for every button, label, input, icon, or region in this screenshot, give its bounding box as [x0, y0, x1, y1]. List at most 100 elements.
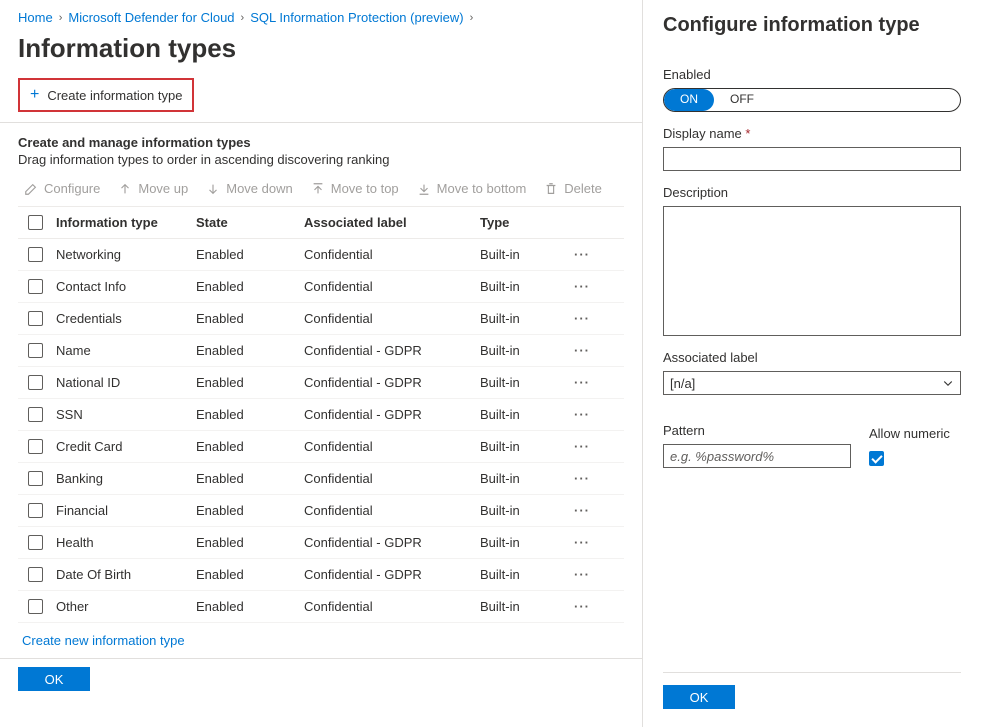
move-up-button[interactable]: Move up: [118, 181, 188, 196]
display-name-input[interactable]: [663, 147, 961, 171]
cell-type: Built-in: [476, 434, 562, 459]
panel-ok-button[interactable]: OK: [663, 685, 735, 709]
row-checkbox[interactable]: [28, 407, 43, 422]
cell-label: Confidential - GDPR: [300, 562, 476, 587]
create-information-type-button[interactable]: + Create information type: [18, 78, 194, 112]
arrow-up-icon: [118, 182, 132, 196]
cell-state: Enabled: [192, 306, 300, 331]
cell-state: Enabled: [192, 338, 300, 363]
chevron-right-icon: ›: [59, 12, 63, 24]
row-checkbox[interactable]: [28, 439, 43, 454]
row-checkbox[interactable]: [28, 375, 43, 390]
move-bottom-button[interactable]: Move to bottom: [417, 181, 527, 196]
table-row[interactable]: NameEnabledConfidential - GDPRBuilt-in··…: [18, 335, 624, 367]
row-more-button[interactable]: ···: [562, 466, 602, 491]
grid-toolbar: Configure Move up Move down Move to top …: [18, 167, 624, 206]
cell-label: Confidential: [300, 594, 476, 619]
cell-info-type: Name: [52, 338, 192, 363]
row-more-button[interactable]: ···: [562, 242, 602, 267]
cell-type: Built-in: [476, 530, 562, 555]
table-row[interactable]: CredentialsEnabledConfidentialBuilt-in··…: [18, 303, 624, 335]
row-checkbox[interactable]: [28, 471, 43, 486]
table-row[interactable]: Date Of BirthEnabledConfidential - GDPRB…: [18, 559, 624, 591]
arrow-down-icon: [206, 182, 220, 196]
col-label[interactable]: Associated label: [300, 210, 476, 235]
cell-type: Built-in: [476, 594, 562, 619]
chevron-right-icon: ›: [470, 12, 474, 24]
row-more-button[interactable]: ···: [562, 498, 602, 523]
row-more-button[interactable]: ···: [562, 530, 602, 555]
create-new-info-type-link[interactable]: Create new information type: [18, 623, 624, 658]
ok-button[interactable]: OK: [18, 667, 90, 691]
row-checkbox[interactable]: [28, 247, 43, 262]
crumb-defender[interactable]: Microsoft Defender for Cloud: [68, 10, 234, 25]
cell-info-type: Networking: [52, 242, 192, 267]
row-checkbox[interactable]: [28, 535, 43, 550]
table-row[interactable]: FinancialEnabledConfidentialBuilt-in···: [18, 495, 624, 527]
main-pane: Home › Microsoft Defender for Cloud › SQ…: [0, 0, 643, 727]
table-row[interactable]: Credit CardEnabledConfidentialBuilt-in··…: [18, 431, 624, 463]
required-indicator: *: [745, 126, 750, 141]
row-checkbox[interactable]: [28, 279, 43, 294]
table-row[interactable]: NetworkingEnabledConfidentialBuilt-in···: [18, 239, 624, 271]
table-row[interactable]: HealthEnabledConfidential - GDPRBuilt-in…: [18, 527, 624, 559]
cell-state: Enabled: [192, 242, 300, 267]
row-more-button[interactable]: ···: [562, 370, 602, 395]
row-checkbox[interactable]: [28, 503, 43, 518]
configure-button[interactable]: Configure: [24, 181, 100, 196]
table-row[interactable]: Contact InfoEnabledConfidentialBuilt-in·…: [18, 271, 624, 303]
row-more-button[interactable]: ···: [562, 274, 602, 299]
select-all-checkbox[interactable]: [28, 215, 43, 230]
allow-numeric-checkbox[interactable]: [869, 451, 884, 466]
breadcrumb: Home › Microsoft Defender for Cloud › SQ…: [18, 10, 624, 25]
row-more-button[interactable]: ···: [562, 402, 602, 427]
row-more-button[interactable]: ···: [562, 434, 602, 459]
panel-title: Configure information type: [663, 14, 961, 37]
row-more-button[interactable]: ···: [562, 562, 602, 587]
enabled-toggle[interactable]: ON OFF: [663, 88, 961, 112]
table-row[interactable]: BankingEnabledConfidentialBuilt-in···: [18, 463, 624, 495]
cell-type: Built-in: [476, 338, 562, 363]
cell-label: Confidential: [300, 242, 476, 267]
table-row[interactable]: SSNEnabledConfidential - GDPRBuilt-in···: [18, 399, 624, 431]
plus-icon: +: [30, 86, 39, 104]
move-down-button[interactable]: Move down: [206, 181, 292, 196]
col-state[interactable]: State: [192, 210, 300, 235]
cell-state: Enabled: [192, 434, 300, 459]
page-title: Information types: [18, 33, 624, 64]
row-checkbox[interactable]: [28, 343, 43, 358]
information-types-table: Information type State Associated label …: [18, 206, 624, 623]
cell-state: Enabled: [192, 274, 300, 299]
section-header: Create and manage information types Drag…: [18, 135, 624, 167]
row-more-button[interactable]: ···: [562, 594, 602, 619]
trash-icon: [544, 182, 558, 196]
crumb-sqlip[interactable]: SQL Information Protection (preview): [250, 10, 463, 25]
toggle-off[interactable]: OFF: [714, 89, 770, 111]
cell-info-type: National ID: [52, 370, 192, 395]
move-top-button[interactable]: Move to top: [311, 181, 399, 196]
delete-button[interactable]: Delete: [544, 181, 602, 196]
cell-state: Enabled: [192, 402, 300, 427]
cell-state: Enabled: [192, 530, 300, 555]
cell-info-type: Other: [52, 594, 192, 619]
row-checkbox[interactable]: [28, 567, 43, 582]
cell-state: Enabled: [192, 594, 300, 619]
table-header: Information type State Associated label …: [18, 207, 624, 239]
table-row[interactable]: OtherEnabledConfidentialBuilt-in···: [18, 591, 624, 623]
row-checkbox[interactable]: [28, 311, 43, 326]
col-type[interactable]: Type: [476, 210, 562, 235]
pattern-input[interactable]: [663, 444, 851, 468]
table-row[interactable]: National IDEnabledConfidential - GDPRBui…: [18, 367, 624, 399]
row-more-button[interactable]: ···: [562, 338, 602, 363]
associated-label-select[interactable]: [n/a]: [663, 371, 961, 395]
allow-numeric-label: Allow numeric: [869, 426, 950, 441]
crumb-home[interactable]: Home: [18, 10, 53, 25]
description-input[interactable]: [663, 206, 961, 336]
section-title: Create and manage information types: [18, 135, 251, 150]
toggle-on[interactable]: ON: [664, 89, 714, 111]
col-info-type[interactable]: Information type: [52, 210, 192, 235]
row-more-button[interactable]: ···: [562, 306, 602, 331]
row-checkbox[interactable]: [28, 599, 43, 614]
create-information-type-label: Create information type: [47, 88, 182, 103]
enabled-label: Enabled: [663, 67, 961, 82]
